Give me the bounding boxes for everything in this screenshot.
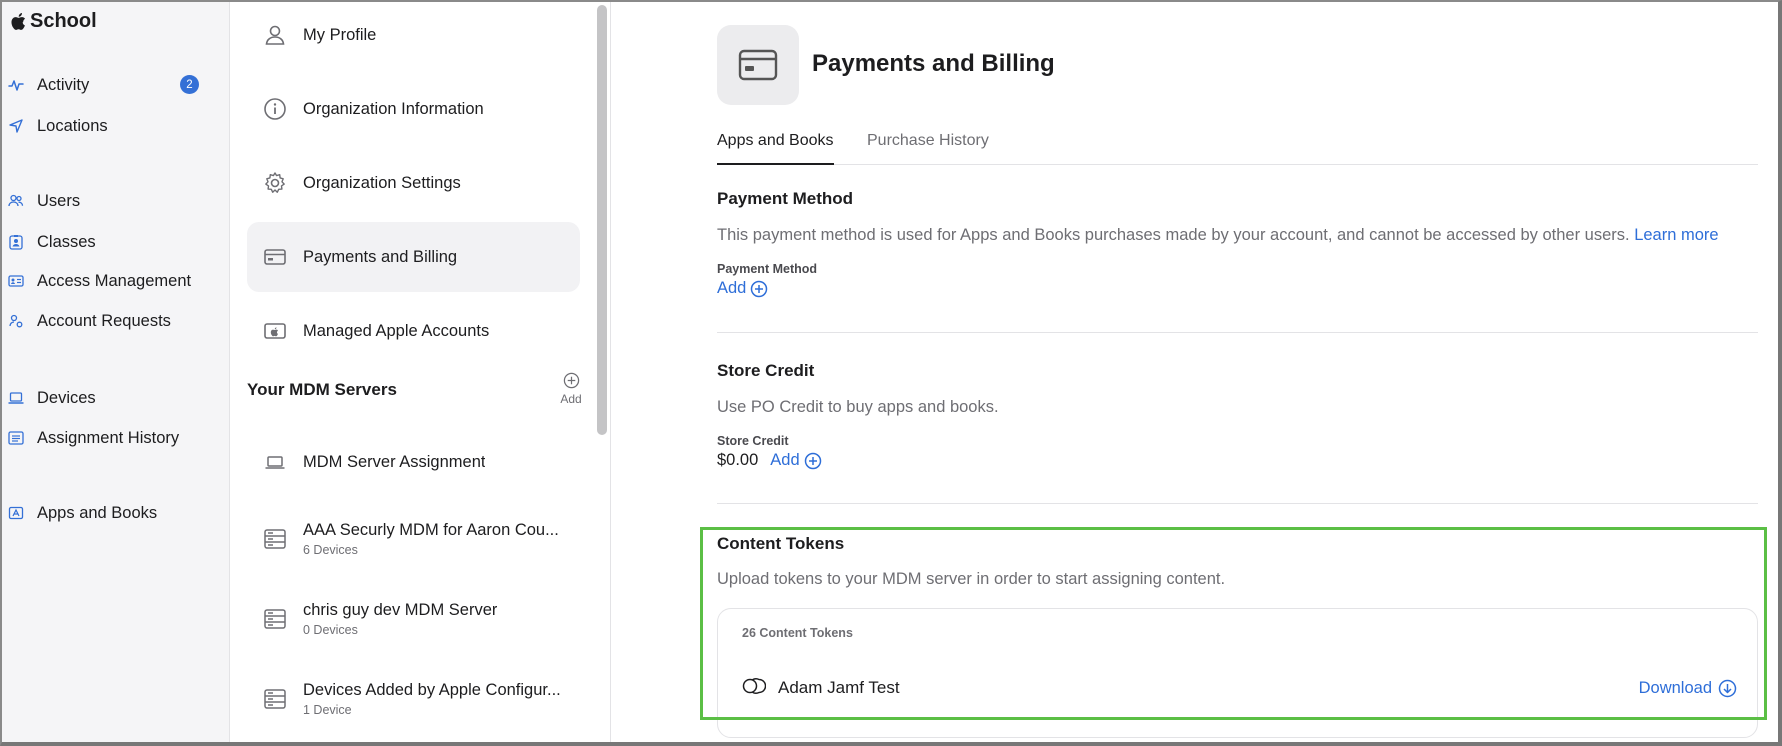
settings-item-organization-settings[interactable]: Organization Settings — [247, 148, 580, 218]
sidebar-item-users[interactable]: Users — [8, 186, 80, 216]
settings-item-label: Organization Information — [303, 99, 484, 118]
store-credit-field-label: Store Credit — [717, 434, 789, 448]
apple-logo-icon — [11, 13, 26, 30]
mdm-item-chris-guy-dev[interactable]: chris guy dev MDM Server 0 Devices — [247, 584, 580, 654]
credit-card-icon — [264, 249, 286, 265]
sidebar-item-label: Classes — [37, 232, 96, 251]
settings-item-label: Payments and Billing — [303, 247, 458, 266]
server-icon — [264, 609, 286, 629]
sidebar-item-access-management[interactable]: Access Management — [8, 266, 191, 296]
list-icon — [8, 431, 24, 445]
settings-item-label: Organization Settings — [303, 173, 461, 192]
tab-apps-and-books[interactable]: Apps and Books — [717, 132, 834, 165]
add-store-credit-button[interactable]: Add — [770, 451, 821, 470]
activity-badge: 2 — [180, 75, 199, 94]
server-icon — [264, 529, 286, 549]
app-title: School — [30, 10, 97, 32]
apple-account-icon — [264, 323, 286, 339]
classes-icon — [9, 235, 23, 250]
settings-item-payments-and-billing[interactable]: Payments and Billing — [247, 222, 580, 292]
credit-card-icon — [738, 49, 778, 81]
settings-item-my-profile[interactable]: My Profile — [247, 0, 580, 70]
id-card-icon — [8, 275, 24, 287]
section-divider — [717, 332, 1758, 333]
sidebar-item-label: Account Requests — [37, 311, 171, 330]
settings-item-organization-information[interactable]: Organization Information — [247, 74, 580, 144]
mdm-item-device-count: 1 Device — [303, 703, 352, 717]
settings-item-managed-apple-accounts[interactable]: Managed Apple Accounts — [247, 296, 580, 366]
sidebar: School Activity 2 Locations Users Classe… — [0, 0, 230, 746]
mdm-item-device-count: 0 Devices — [303, 623, 358, 637]
main-content: Payments and Billing Apps and Books Purc… — [612, 0, 1778, 746]
sidebar-item-account-requests[interactable]: Account Requests — [8, 306, 171, 336]
content-tokens-highlight — [700, 527, 1767, 720]
mdm-item-label: Devices Added by Apple Configur... — [303, 681, 561, 699]
plus-circle-icon — [751, 280, 768, 297]
laptop-icon — [265, 456, 285, 469]
add-store-credit-label: Add — [770, 451, 800, 469]
mdm-item-server-assignment[interactable]: MDM Server Assignment — [247, 427, 580, 497]
store-credit-description: Use PO Credit to buy apps and books. — [717, 398, 999, 416]
add-mdm-server-button[interactable]: Add — [551, 372, 591, 406]
store-credit-heading: Store Credit — [717, 361, 815, 380]
tab-bar: Apps and Books Purchase History — [717, 132, 1758, 165]
plus-circle-icon — [804, 452, 821, 469]
payment-method-field-label: Payment Method — [717, 262, 818, 276]
location-arrow-icon — [9, 119, 23, 133]
sidebar-item-label: Locations — [37, 116, 108, 135]
sidebar-item-label: Assignment History — [37, 428, 180, 447]
mdm-item-label: MDM Server Assignment — [303, 452, 486, 471]
add-mdm-server-label: Add — [560, 392, 582, 406]
mdm-item-aaa-securly[interactable]: AAA Securly MDM for Aaron Cou... 6 Devic… — [247, 504, 580, 574]
mdm-item-label: AAA Securly MDM for Aaron Cou... — [303, 521, 559, 539]
apps-icon — [8, 506, 24, 520]
server-icon — [264, 689, 286, 709]
settings-item-label: Managed Apple Accounts — [303, 321, 490, 340]
section-divider — [717, 503, 1758, 504]
page-icon-tile — [717, 25, 799, 105]
sidebar-item-classes[interactable]: Classes — [8, 227, 96, 257]
person-icon — [265, 25, 285, 45]
store-credit-amount: $0.00 — [717, 451, 759, 469]
tab-purchase-history[interactable]: Purchase History — [867, 132, 989, 165]
mdm-item-label: chris guy dev MDM Server — [303, 601, 498, 619]
activity-icon — [8, 80, 24, 91]
mdm-item-device-count: 6 Devices — [303, 543, 358, 557]
mdm-servers-heading: Your MDM Servers — [247, 380, 397, 399]
payment-method-description: This payment method is used for Apps and… — [717, 226, 1719, 245]
gear-icon — [265, 172, 285, 193]
settings-nav: My Profile Organization Information Orga… — [231, 0, 611, 746]
sidebar-item-devices[interactable]: Devices — [8, 383, 96, 413]
info-icon — [264, 98, 286, 120]
plus-circle-icon — [563, 372, 579, 389]
learn-more-link[interactable]: Learn more — [1634, 226, 1718, 244]
sidebar-item-label: Apps and Books — [37, 503, 158, 522]
sidebar-item-activity[interactable]: Activity — [8, 70, 89, 100]
add-payment-method-button[interactable]: Add — [717, 279, 768, 298]
payment-method-heading: Payment Method — [717, 189, 854, 208]
sidebar-item-assignment-history[interactable]: Assignment History — [8, 423, 179, 453]
mdm-item-apple-configurator[interactable]: Devices Added by Apple Configur... 1 Dev… — [247, 664, 580, 734]
sidebar-item-locations[interactable]: Locations — [8, 111, 108, 141]
page-title: Payments and Billing — [812, 50, 1055, 77]
sidebar-item-label: Access Management — [37, 271, 192, 290]
sidebar-item-label: Users — [37, 191, 81, 210]
add-payment-method-label: Add — [717, 279, 747, 297]
sidebar-item-label: Activity — [37, 75, 90, 94]
brand[interactable]: School — [10, 10, 97, 33]
laptop-icon — [8, 392, 24, 404]
account-requests-icon — [9, 314, 23, 328]
users-icon — [8, 194, 24, 207]
settings-nav-scrollbar[interactable] — [597, 5, 607, 435]
sidebar-item-label: Devices — [37, 388, 96, 407]
payment-method-description-text: This payment method is used for Apps and… — [717, 226, 1630, 244]
sidebar-item-apps-and-books[interactable]: Apps and Books — [8, 498, 157, 528]
settings-item-label: My Profile — [303, 25, 377, 44]
